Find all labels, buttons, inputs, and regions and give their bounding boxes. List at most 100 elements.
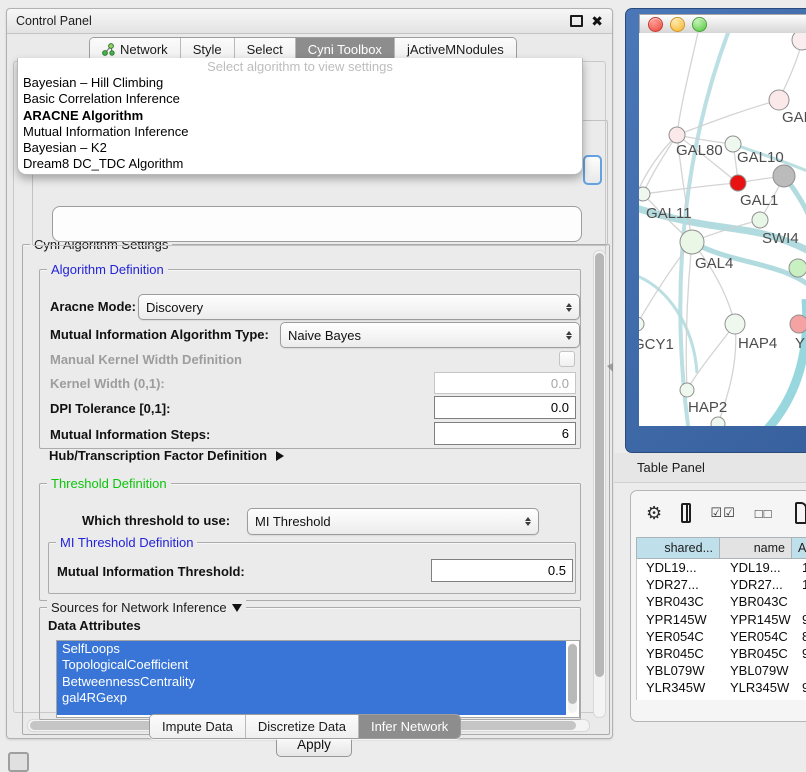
table-column-header[interactable]: name: [720, 537, 792, 559]
aracne-mode-combo[interactable]: Discovery: [138, 294, 580, 320]
table-cell: YDL19...: [721, 559, 793, 576]
network-edge[interactable]: [677, 100, 779, 135]
network-node[interactable]: [790, 315, 806, 333]
apply-button-label: Apply: [297, 737, 331, 752]
algorithm-option[interactable]: Mutual Information Inference: [18, 124, 582, 140]
network-edge[interactable]: [643, 135, 677, 194]
network-node[interactable]: [792, 33, 806, 50]
algorithm-combo-focus-fragment[interactable]: [583, 155, 602, 185]
table-row[interactable]: YDR27...YDR27...12: [637, 576, 806, 593]
network-node[interactable]: [639, 187, 650, 201]
network-edge[interactable]: [677, 33, 699, 135]
data-attributes-list[interactable]: SelfLoopsTopologicalCoefficientBetweenne…: [56, 640, 580, 718]
which-threshold-value: MI Threshold: [255, 514, 331, 529]
select-all-checks-icon[interactable]: ☑☑: [710, 505, 735, 521]
table-cell: YLR345W: [721, 679, 793, 696]
table-cell: YLR345W: [637, 679, 721, 696]
manual-kernel-checkbox[interactable]: [559, 351, 575, 367]
attribute-list-item[interactable]: SelfLoops: [57, 641, 566, 657]
panel-divider-cursor[interactable]: [607, 363, 613, 372]
algorithm-dropdown-popup: Select algorithm to view settings Bayesi…: [17, 58, 583, 175]
network-node[interactable]: [769, 90, 789, 110]
network-node[interactable]: [639, 317, 644, 331]
table-cell: 0.: [793, 697, 806, 701]
algorithm-option[interactable]: Bayesian – K2: [18, 140, 582, 156]
scrollbar-thumb[interactable]: [568, 644, 577, 704]
tab-infer-network[interactable]: Infer Network: [359, 715, 460, 738]
table-cell: YBR045C: [637, 645, 721, 662]
network-node-label: GAL11: [646, 205, 692, 222]
network-node[interactable]: [680, 383, 694, 397]
network-tab-icon: [102, 43, 115, 56]
settings-vertical-scrollbar[interactable]: [593, 250, 606, 718]
network-node-label: GAL: [782, 109, 806, 126]
mi-type-value: Naive Bayes: [288, 328, 361, 343]
table-row[interactable]: YLR345WYLR345W9.: [637, 679, 806, 696]
which-threshold-combo[interactable]: MI Threshold: [247, 508, 539, 535]
attribute-list-item[interactable]: BetweennessCentrality: [57, 674, 566, 690]
network-selector-combo-fragment[interactable]: [52, 206, 582, 242]
scrollbar-thumb[interactable]: [595, 253, 604, 677]
minimized-panel-icon[interactable]: [8, 752, 29, 772]
sources-legend[interactable]: Sources for Network Inference: [47, 600, 246, 615]
network-node[interactable]: [669, 127, 685, 143]
network-edge[interactable]: [639, 242, 692, 324]
hub-definition-toggle[interactable]: Hub/Transcription Factor Definition: [49, 448, 284, 463]
zoom-traffic-icon[interactable]: [692, 17, 707, 32]
mi-threshold-field[interactable]: 0.5: [431, 559, 573, 582]
network-node[interactable]: [752, 212, 768, 228]
algorithm-option[interactable]: Dream8 DC_TDC Algorithm: [18, 156, 582, 172]
table-row[interactable]: YIL052CYIL052C0.: [637, 697, 806, 701]
table-column-header[interactable]: shared...: [636, 537, 720, 559]
table-row[interactable]: YBL079WYBL079W: [637, 662, 806, 679]
table-column-header[interactable]: A: [792, 537, 806, 559]
algorithm-option[interactable]: Basic Correlation Inference: [18, 91, 582, 107]
tab-impute-data[interactable]: Impute Data: [150, 715, 246, 738]
mi-steps-field[interactable]: 6: [434, 422, 576, 445]
split-columns-icon[interactable]: [681, 503, 691, 523]
list-vertical-scrollbar[interactable]: [568, 643, 577, 713]
expand-right-icon: [276, 451, 284, 461]
network-node[interactable]: [773, 165, 795, 187]
float-window-icon[interactable]: [570, 15, 583, 27]
table-row[interactable]: YBR043CYBR043C: [637, 593, 806, 610]
attribute-list-item[interactable]: gal4RGexp: [57, 690, 566, 706]
mi-threshold-value: 0.5: [548, 563, 566, 578]
network-node[interactable]: [725, 314, 745, 334]
network-view-window[interactable]: GALGAL80GAL10GAL1GAL11SWI4GAL4GCY1HAP4YH…: [625, 8, 806, 453]
table-cell: YER054C: [721, 628, 793, 645]
table-row[interactable]: YDL19...YDL19...13: [637, 559, 806, 576]
dpi-tolerance-field[interactable]: 0.0: [434, 396, 576, 419]
attribute-list-item[interactable]: TopologicalCoefficient: [57, 657, 566, 673]
table-toolbar: ⚙ ☑☑ □□: [631, 491, 806, 535]
table-row[interactable]: YPR145WYPR145W9.: [637, 611, 806, 628]
network-node[interactable]: [711, 417, 725, 426]
kernel-width-field[interactable]: 0.0: [434, 372, 576, 394]
table-row[interactable]: YBR045CYBR045C9.: [637, 645, 806, 662]
export-table-icon[interactable]: [795, 502, 806, 524]
table-cell: YPR145W: [637, 611, 721, 628]
tab-label: Discretize Data: [258, 719, 346, 734]
close-icon[interactable]: ✖: [591, 16, 603, 26]
deselect-all-boxes-icon[interactable]: □□: [755, 506, 773, 521]
algorithm-option[interactable]: ARACNE Algorithm: [18, 108, 582, 124]
network-node[interactable]: [730, 175, 746, 191]
network-canvas[interactable]: GALGAL80GAL10GAL1GAL11SWI4GAL4GCY1HAP4YH…: [639, 33, 806, 426]
tab-label: Style: [193, 42, 222, 57]
network-node[interactable]: [789, 259, 806, 277]
tab-label: Infer Network: [371, 719, 448, 734]
algorithm-option[interactable]: Bayesian – Hill Climbing: [18, 75, 582, 91]
table-cell: YIL052C: [721, 697, 793, 701]
mi-type-combo[interactable]: Naive Bayes: [280, 322, 580, 348]
network-node[interactable]: [680, 230, 704, 254]
network-node-label: GCY1: [639, 336, 674, 353]
hub-definition-label: Hub/Transcription Factor Definition: [49, 448, 267, 463]
table-cell: 9.: [793, 611, 806, 628]
minimize-traffic-icon[interactable]: [670, 17, 685, 32]
tab-discretize-data[interactable]: Discretize Data: [246, 715, 359, 738]
table-settings-gear-icon[interactable]: ⚙: [646, 504, 662, 522]
close-traffic-icon[interactable]: [648, 17, 663, 32]
network-edge[interactable]: [686, 242, 692, 390]
table-row[interactable]: YER054CYER054C8.: [637, 628, 806, 645]
network-node-label: HAP4: [738, 335, 777, 352]
